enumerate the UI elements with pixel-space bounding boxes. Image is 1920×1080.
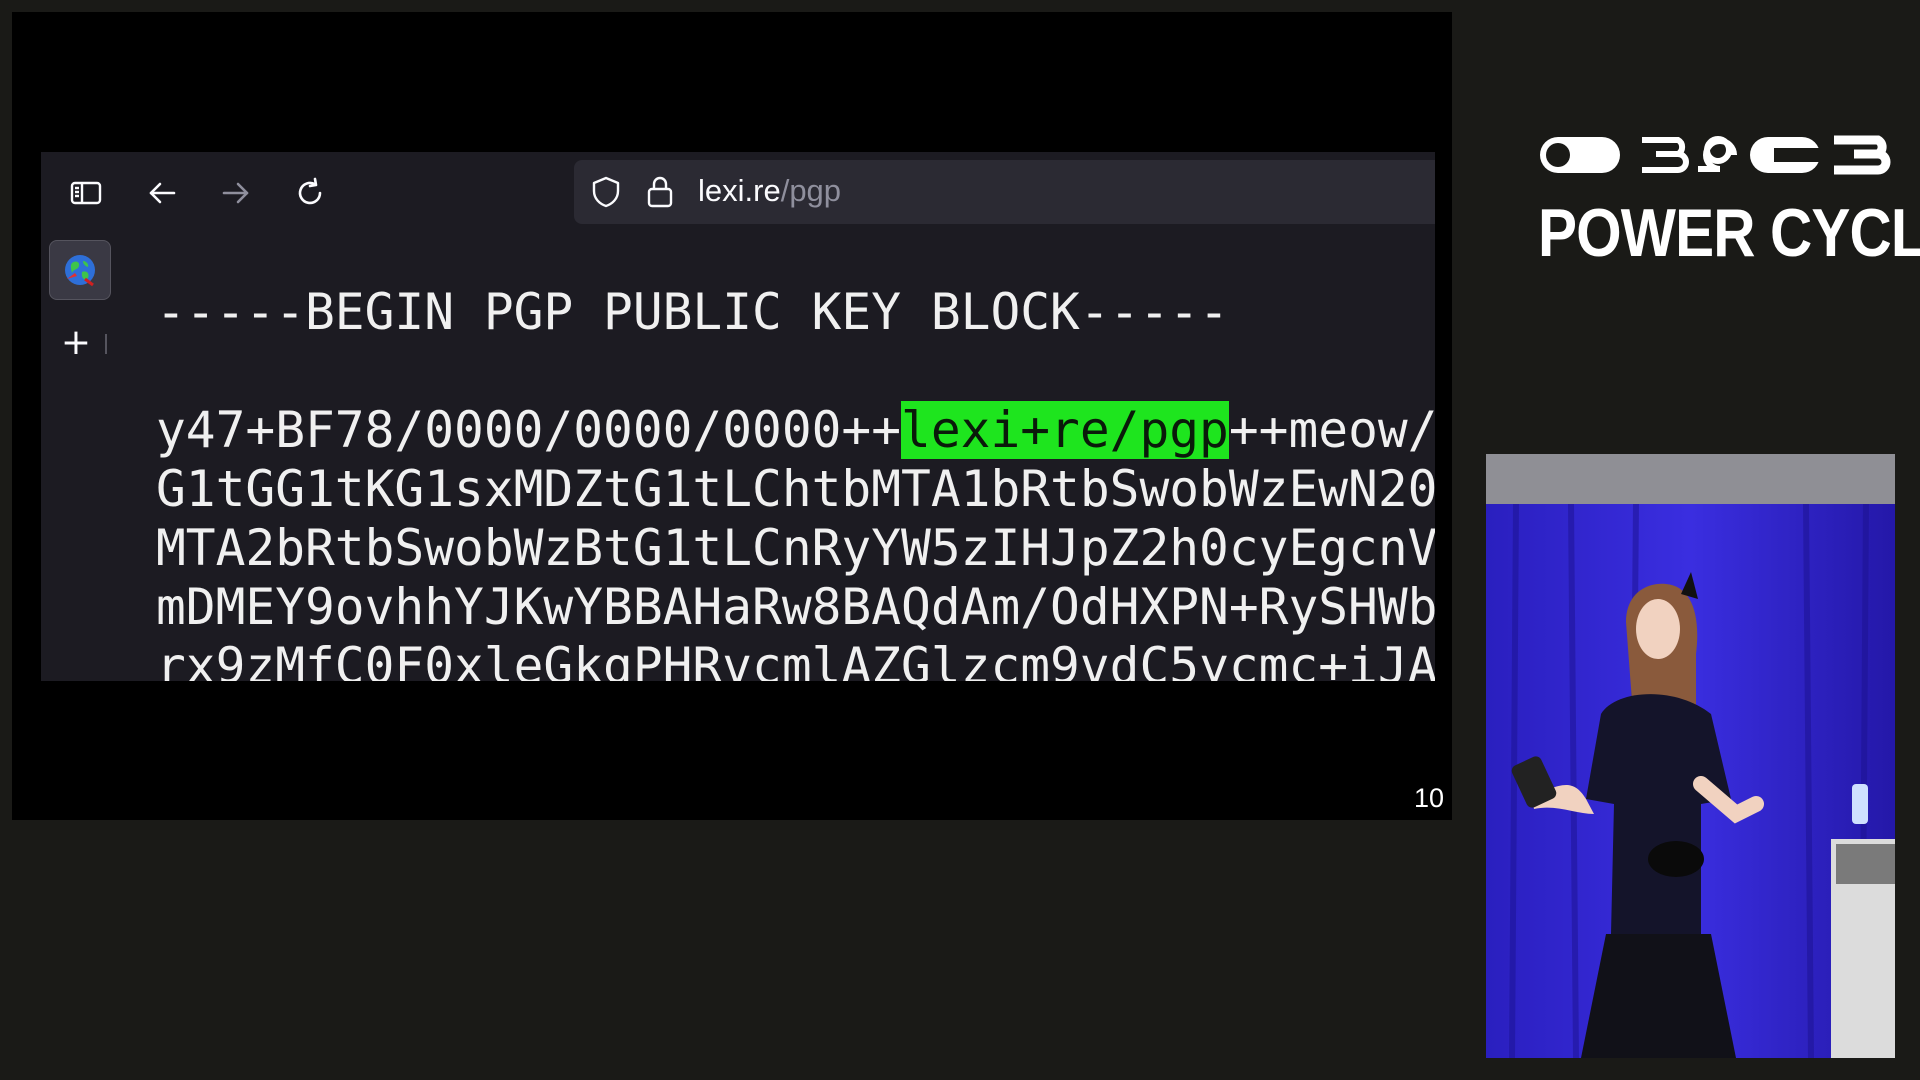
speaker-video-image: [1486, 454, 1895, 1058]
url-text[interactable]: lexi.re/pgp: [698, 173, 841, 209]
url-path: /pgp: [780, 173, 842, 208]
tab-lexi-pgp[interactable]: [49, 240, 111, 300]
slide-number: 10: [1413, 783, 1444, 813]
forward-button[interactable]: [217, 174, 255, 212]
reload-button[interactable]: [291, 174, 329, 212]
reload-icon: [298, 177, 322, 205]
back-button[interactable]: [143, 174, 181, 212]
shield-icon[interactable]: [588, 174, 624, 210]
new-tab-button[interactable]: +: [59, 325, 93, 361]
pgp-text: mDMEY9ovhhYJKwYBBAHaRw8BAQdAm/OdHXPN+RyS…: [156, 578, 1435, 636]
speaker-video: [1486, 454, 1895, 1058]
plus-icon: +: [60, 322, 92, 363]
divider: [105, 334, 107, 354]
pgp-text: y47+BF78/0000/0000/0000++: [156, 401, 902, 459]
browser-toolbar: lexi.re/pgp: [41, 152, 1435, 234]
arrow-right-icon: [222, 182, 249, 204]
presentation-slide: lexi.re/pgp + -----BEGIN PGP PUBLIC KEY …: [12, 12, 1452, 820]
lock-icon[interactable]: [644, 174, 676, 210]
arrow-left-icon: [149, 182, 176, 204]
pgp-line-5: rx9zMfC0F0xleGkgPHRvcmlAZGlzcm9vdC5ycmc+…: [156, 636, 1435, 681]
browser-window: lexi.re/pgp + -----BEGIN PGP PUBLIC KEY …: [41, 152, 1435, 681]
pgp-line-2: G1tGG1tKG1sxMDZtG1tLChtbMTA1bRtbSwobWzEw…: [156, 459, 1435, 519]
vertical-tab-strip: +: [41, 234, 121, 681]
highlighted-text: lexi+re/pgp: [901, 401, 1229, 459]
screen: lexi.re/pgp + -----BEGIN PGP PUBLIC KEY …: [0, 0, 1920, 1080]
pgp-text: G1tGG1tKG1sxMDZtG1tLChtbMTA1bRtbSwobWzEw…: [156, 460, 1435, 518]
pgp-text: MTA2bRtbSwobWzBtG1tLCnRyYW5zIHJpZ2h0cyEg…: [156, 519, 1435, 577]
pgp-text: ++meow/: [1228, 401, 1435, 459]
congress-logo-icon: [1540, 135, 1891, 175]
address-bar[interactable]: lexi.re/pgp: [574, 160, 1435, 224]
pgp-text: rx9zMfC0F0xleGkgPHRvcmlAZGlzcm9vdC5ycmc+…: [156, 637, 1435, 681]
pgp-line-3: MTA2bRtbSwobWzBtG1tLCnRyYW5zIHJpZ2h0cyEg…: [156, 518, 1435, 578]
pgp-header-line: -----BEGIN PGP PUBLIC KEY BLOCK-----: [156, 283, 1229, 341]
url-host: lexi.re: [698, 173, 781, 208]
pgp-line-4: mDMEY9ovhhYJKwYBBAHaRw8BAQdAm/OdHXPN+RyS…: [156, 577, 1435, 637]
event-title: POWER CYCLES: [1538, 195, 1920, 271]
page-content: -----BEGIN PGP PUBLIC KEY BLOCK----- y47…: [156, 234, 1435, 681]
sidebar-toggle-icon[interactable]: [67, 174, 105, 212]
pgp-line-1: y47+BF78/0000/0000/0000++lexi+re/pgp++me…: [156, 400, 1435, 460]
globe-icon: [65, 255, 95, 287]
